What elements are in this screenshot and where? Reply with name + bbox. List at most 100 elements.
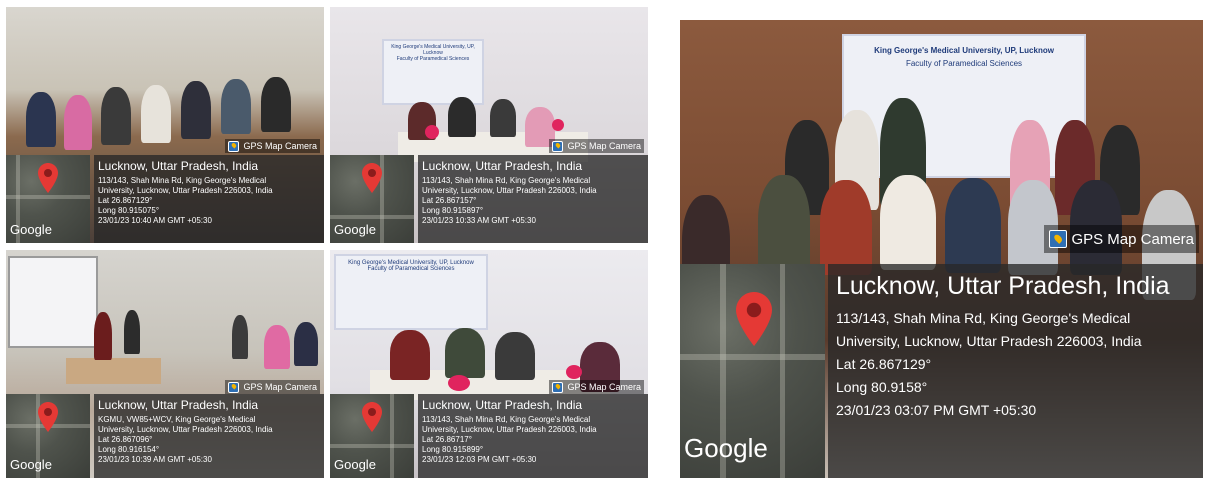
audience-member: [141, 85, 171, 143]
map-thumbnail: Google: [6, 394, 90, 478]
map-road: [390, 394, 394, 478]
audience-member: [181, 81, 211, 139]
location-text: Lucknow, Uttar Pradesh, India 113/143, S…: [422, 159, 597, 226]
longitude: Long 80.9158°: [836, 378, 928, 395]
location-pin-icon: [362, 163, 382, 193]
map-thumbnail: Google: [680, 264, 825, 478]
location-text: Lucknow, Uttar Pradesh, India KGMU, VW85…: [98, 398, 273, 465]
audience-member: [261, 77, 291, 132]
gps-camera-icon: [228, 140, 240, 152]
location-pin-icon: [736, 292, 772, 346]
gps-camera-badge: GPS Map Camera: [225, 139, 320, 153]
longitude: Long 80.915899°: [422, 445, 484, 454]
location-pin-icon: [38, 402, 58, 432]
banner-university-text: King George's Medical University, UP, Lu…: [874, 46, 1054, 55]
banner-faculty-text: Faculty of Paramedical Sciences: [396, 56, 470, 62]
google-logo: Google: [10, 222, 52, 237]
location-text: Lucknow, Uttar Pradesh, India 113/143, S…: [836, 270, 1170, 422]
map-road: [780, 264, 785, 478]
gps-camera-icon: [228, 381, 240, 393]
map-road: [6, 195, 90, 199]
gps-camera-icon: [552, 381, 564, 393]
longitude: Long 80.916154°: [98, 445, 160, 454]
longitude: Long 80.915897°: [422, 206, 484, 215]
badge-label: GPS Map Camera: [243, 382, 317, 392]
projector-screen: [8, 256, 98, 348]
map-road: [330, 215, 414, 219]
latitude: Lat 26.867129°: [836, 355, 932, 372]
map-thumbnail: Google: [6, 155, 90, 243]
panelist: [490, 99, 516, 137]
timestamp: 23/01/23 10:39 AM GMT +05:30: [98, 455, 212, 464]
timestamp: 23/01/23 03:07 PM GMT +05:30: [836, 401, 1037, 418]
group-member: [820, 180, 872, 275]
attendee: [264, 325, 290, 369]
photo-classroom-audience: GPS Map Camera Google Lucknow, Uttar Pra…: [6, 7, 324, 243]
banner-university-text: King George's Medical University, UP, Lu…: [348, 260, 474, 266]
longitude: Long 80.915075°: [98, 206, 160, 215]
google-logo: Google: [334, 222, 376, 237]
attendee: [232, 315, 248, 359]
location-pin-icon: [38, 163, 58, 193]
gps-camera-badge: GPS Map Camera: [225, 380, 320, 394]
address-line-1: 113/143, Shah Mina Rd, King George's Med…: [836, 309, 1131, 326]
gps-camera-badge: GPS Map Camera: [549, 139, 644, 153]
panelist: [445, 328, 485, 378]
gps-camera-icon: [552, 140, 564, 152]
address-line-1: 113/143, Shah Mina Rd, King George's Med…: [422, 176, 591, 185]
attendee: [294, 322, 318, 366]
address-line-2: University, Lucknow, Uttar Pradesh 22600…: [422, 425, 597, 434]
audience-member: [101, 87, 131, 145]
latitude: Lat 26.867157°: [422, 196, 477, 205]
address-line-1: KGMU, VW85+WCV, King George's Medical: [98, 415, 256, 424]
location-text: Lucknow, Uttar Pradesh, India 113/143, S…: [422, 398, 597, 465]
panelist: [448, 97, 476, 137]
attendee: [124, 310, 140, 354]
audience-member: [64, 95, 92, 150]
banner-university-text: King George's Medical University, UP, Lu…: [391, 44, 475, 56]
map-thumbnail: Google: [330, 155, 414, 243]
map-road: [330, 444, 414, 448]
badge-label: GPS Map Camera: [243, 141, 317, 151]
address-line-2: University, Lucknow, Uttar Pradesh 22600…: [98, 425, 273, 434]
map-thumbnail: Google: [330, 394, 414, 478]
location-text: Lucknow, Uttar Pradesh, India 113/143, S…: [98, 159, 273, 226]
timestamp: 23/01/23 10:40 AM GMT +05:30: [98, 216, 212, 225]
address-line-2: University, Lucknow, Uttar Pradesh 22600…: [836, 332, 1142, 349]
badge-label: GPS Map Camera: [1071, 230, 1194, 248]
gps-camera-badge: GPS Map Camera: [549, 380, 644, 394]
latitude: Lat 26.867129°: [98, 196, 153, 205]
latitude: Lat 26.86717°: [422, 435, 472, 444]
gps-camera-badge: GPS Map Camera: [1044, 225, 1199, 253]
latitude: Lat 26.867096°: [98, 435, 153, 444]
banner-faculty-text: Faculty of Paramedical Sciences: [905, 59, 1023, 68]
flower-bouquet: [566, 365, 582, 379]
audience-member: [26, 92, 56, 147]
city-title: Lucknow, Uttar Pradesh, India: [422, 398, 583, 412]
event-banner: King George's Medical University, UP, Lu…: [382, 39, 484, 105]
address-line-2: University, Lucknow, Uttar Pradesh 22600…: [422, 186, 597, 195]
group-member: [880, 175, 936, 270]
panelist: [390, 330, 430, 380]
gps-camera-icon: [1049, 230, 1068, 248]
google-logo: Google: [334, 457, 376, 472]
badge-label: GPS Map Camera: [567, 141, 641, 151]
audience-member: [221, 79, 251, 134]
banner-faculty-text: Faculty of Paramedical Sciences: [367, 266, 455, 272]
flower-bouquet: [448, 375, 470, 391]
address-line-2: University, Lucknow, Uttar Pradesh 22600…: [98, 186, 273, 195]
flower-bouquet: [425, 125, 439, 139]
photo-group: King George's Medical University, UP, Lu…: [680, 20, 1203, 478]
flower-bouquet: [552, 119, 564, 131]
event-banner: King George's Medical University, UP, Lu…: [334, 254, 488, 330]
city-title: Lucknow, Uttar Pradesh, India: [98, 398, 259, 412]
badge-label: GPS Map Camera: [567, 382, 641, 392]
group-member: [945, 178, 1001, 273]
photo-seminar-room: GPS Map Camera Google Lucknow, Uttar Pra…: [6, 250, 324, 478]
photo-panel-closeup: King George's Medical University, UP, Lu…: [330, 250, 648, 478]
map-road: [680, 354, 825, 360]
table: [66, 358, 161, 384]
google-logo: Google: [684, 433, 768, 463]
city-title: Lucknow, Uttar Pradesh, India: [422, 159, 583, 173]
timestamp: 23/01/23 12:03 PM GMT +05:30: [422, 455, 537, 464]
